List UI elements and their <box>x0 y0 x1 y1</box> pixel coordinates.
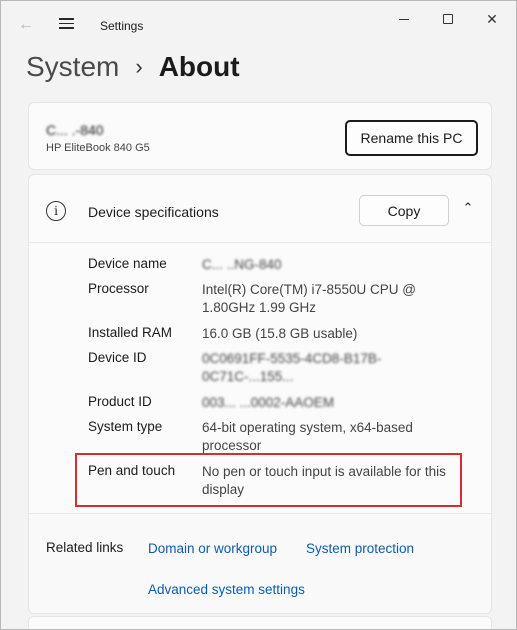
minimize-button[interactable] <box>381 7 427 31</box>
next-card <box>28 616 492 629</box>
rename-pc-button[interactable]: Rename this PC <box>345 120 478 156</box>
page-title: About <box>158 51 240 82</box>
spec-label: Device ID <box>88 350 147 365</box>
breadcrumb-system[interactable]: System <box>26 51 119 83</box>
hamburger-menu-icon[interactable] <box>55 15 77 35</box>
breadcrumb: System › About <box>26 49 240 85</box>
breadcrumb-chevron-icon: › <box>135 54 143 79</box>
spec-label: Product ID <box>88 394 152 409</box>
maximize-icon <box>443 14 453 24</box>
spec-label: Processor <box>88 281 149 296</box>
close-button[interactable]: ✕ <box>469 7 515 31</box>
spec-value: 64-bit operating system, x64-based proce… <box>202 420 413 453</box>
spec-value: C... ..NG-840 <box>202 257 282 272</box>
pc-model: HP EliteBook 840 G5 <box>46 142 150 154</box>
spec-value: 0C0691FF-5535-4CD8-B17B-0C71C-...155... <box>202 351 382 384</box>
content-area: C... .-840 HP EliteBook 840 G5 Rename th… <box>28 102 492 629</box>
title-bar: ← Settings ✕ <box>1 1 516 49</box>
chevron-up-icon[interactable]: ⌃ <box>461 201 475 215</box>
system-protection-link[interactable]: System protection <box>306 541 414 556</box>
minimize-icon <box>399 18 409 20</box>
window-title: Settings <box>100 19 144 33</box>
device-specifications-header[interactable]: i Device specifications Copy ⌃ <box>29 175 491 243</box>
pc-name-card: C... .-840 HP EliteBook 840 G5 Rename th… <box>28 102 492 170</box>
info-icon: i <box>46 201 66 221</box>
spec-value: 16.0 GB (15.8 GB usable) <box>202 326 358 341</box>
advanced-system-settings-link[interactable]: Advanced system settings <box>148 582 305 597</box>
highlight-box <box>75 453 462 507</box>
close-icon: ✕ <box>486 10 498 27</box>
spec-value: Intel(R) Core(TM) i7-8550U CPU @ 1.80GHz… <box>202 282 416 315</box>
maximize-button[interactable] <box>425 7 471 31</box>
pc-name: C... .-840 <box>46 122 104 138</box>
back-arrow-icon[interactable]: ← <box>15 15 37 35</box>
spec-label: System type <box>88 419 163 434</box>
device-specifications-title: Device specifications <box>88 204 219 220</box>
related-links-label: Related links <box>46 540 124 555</box>
spec-label: Installed RAM <box>88 325 173 340</box>
related-links-section: Related links Domain or workgroup System… <box>29 513 491 613</box>
spec-label: Device name <box>88 256 167 271</box>
spec-value: 003... ...0002-AAOEM <box>202 395 335 410</box>
device-specifications-card: i Device specifications Copy ⌃ Device na… <box>28 174 492 614</box>
domain-or-workgroup-link[interactable]: Domain or workgroup <box>148 541 277 556</box>
copy-button[interactable]: Copy <box>359 195 449 226</box>
settings-window: ← Settings ✕ System › About C... .-840 H… <box>0 0 517 630</box>
